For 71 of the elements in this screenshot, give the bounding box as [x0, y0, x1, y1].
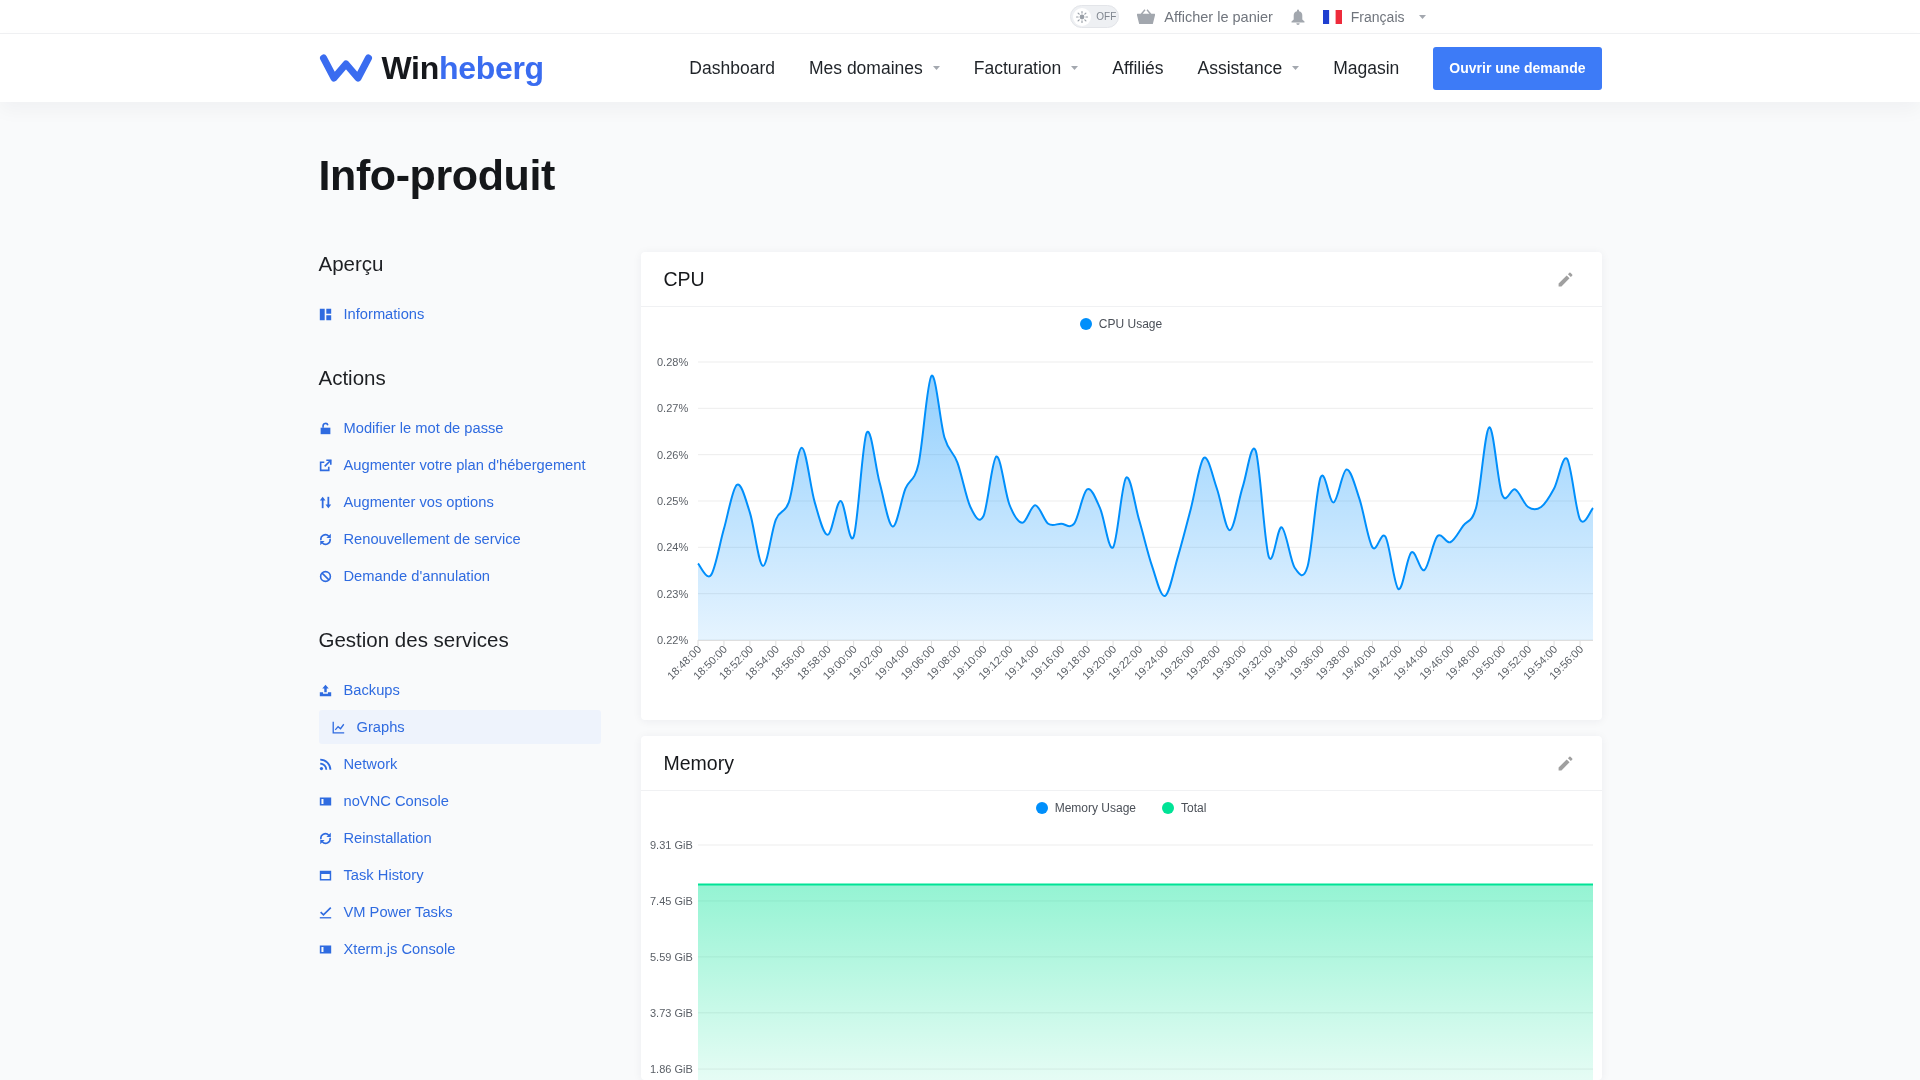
- y-axis-label: 5.59 GiB: [649, 950, 693, 963]
- up-down-arrows-icon: [318, 495, 332, 509]
- caret-icon: [1071, 66, 1079, 70]
- page-title: Info-produit: [318, 150, 556, 200]
- legend-label: Total: [1181, 801, 1207, 815]
- y-axis-label: 0.27%: [656, 402, 688, 415]
- y-axis-label: 0.22%: [656, 634, 688, 646]
- nav-link[interactable]: Affiliés: [1112, 57, 1164, 79]
- sidebar-item[interactable]: Demande d'annulation: [318, 557, 601, 595]
- theme-toggle[interactable]: OFF: [1070, 5, 1120, 28]
- nav-link[interactable]: Magasin: [1333, 57, 1400, 79]
- sidebar-item[interactable]: VM Power Tasks: [318, 893, 601, 931]
- basket-icon: [1137, 9, 1156, 24]
- panel-icon: [318, 794, 332, 808]
- window-icon: [318, 868, 332, 882]
- flag-icon: [1322, 9, 1342, 24]
- pencil-icon[interactable]: [1556, 270, 1574, 288]
- sync-icon: [318, 532, 332, 546]
- y-axis-label: 1.86 GiB: [649, 1063, 693, 1076]
- logo-link[interactable]: Winheberg: [318, 52, 544, 84]
- caret-icon: [932, 66, 940, 70]
- language-selector[interactable]: Français: [1322, 8, 1426, 25]
- y-axis-label: 0.25%: [656, 495, 688, 507]
- upload-icon: [318, 683, 332, 697]
- legend-label: Memory Usage: [1054, 801, 1136, 815]
- y-axis-label: 0.28%: [656, 356, 688, 368]
- y-axis-label: 0.23%: [656, 587, 688, 600]
- section-heading: Gestion des services: [318, 628, 510, 652]
- sync-icon: [318, 831, 332, 845]
- request-button[interactable]: Ouvrir une demande: [1433, 46, 1602, 90]
- sidebar-item[interactable]: Renouvellement de service: [318, 520, 601, 558]
- sun-icon: [1073, 7, 1092, 26]
- sidebar-item[interactable]: noVNC Console: [318, 782, 601, 820]
- section-heading: Aperçu: [318, 252, 385, 276]
- check-icon: [318, 905, 332, 919]
- y-axis-label: 0.26%: [656, 448, 688, 461]
- nav-link[interactable]: Facturation: [973, 57, 1079, 79]
- card-title: Memory: [663, 751, 734, 775]
- sidebar-item[interactable]: Backups: [318, 671, 601, 709]
- bell-icon[interactable]: [1290, 8, 1305, 25]
- logo-icon: [318, 53, 373, 83]
- card-title: CPU: [663, 267, 705, 291]
- legend-label: CPU Usage: [1098, 317, 1163, 331]
- sidebar-item[interactable]: Xterm.js Console: [318, 930, 601, 968]
- sidebar-item[interactable]: Modifier le mot de passe: [318, 409, 601, 447]
- sidebar-item[interactable]: Reinstallation: [318, 819, 601, 857]
- sidebar-item[interactable]: Task History: [318, 856, 601, 894]
- sidebar-item[interactable]: Augmenter vos options: [318, 483, 601, 521]
- cart-link[interactable]: Afficher le panier: [1137, 8, 1273, 25]
- rss-icon: [318, 757, 332, 771]
- caret-icon: [1292, 66, 1300, 70]
- nav-link[interactable]: Assistance: [1197, 57, 1300, 79]
- line-chart-icon: [331, 720, 345, 734]
- y-axis-label: 7.45 GiB: [649, 894, 693, 907]
- y-axis-label: 9.31 GiB: [649, 839, 693, 851]
- pencil-icon[interactable]: [1556, 754, 1574, 772]
- panel-icon: [318, 942, 332, 956]
- sidebar-item[interactable]: Informations: [318, 295, 601, 333]
- y-axis-label: 3.73 GiB: [649, 1006, 693, 1019]
- y-axis-label: 0.24%: [656, 541, 688, 554]
- ban-icon: [318, 569, 332, 583]
- sidebar-item[interactable]: Network: [318, 745, 601, 783]
- caret-icon: [1418, 14, 1426, 19]
- padlock-icon: [318, 421, 332, 435]
- sidebar-item[interactable]: Graphs: [318, 710, 601, 744]
- sidebar-item[interactable]: Augmenter votre plan d'hébergement: [318, 446, 601, 484]
- section-heading: Actions: [318, 366, 387, 390]
- external-link-icon: [318, 458, 332, 472]
- nav-link[interactable]: Mes domaines: [808, 57, 940, 79]
- nav-link[interactable]: Dashboard: [689, 57, 775, 79]
- dashboard-icon: [318, 307, 332, 321]
